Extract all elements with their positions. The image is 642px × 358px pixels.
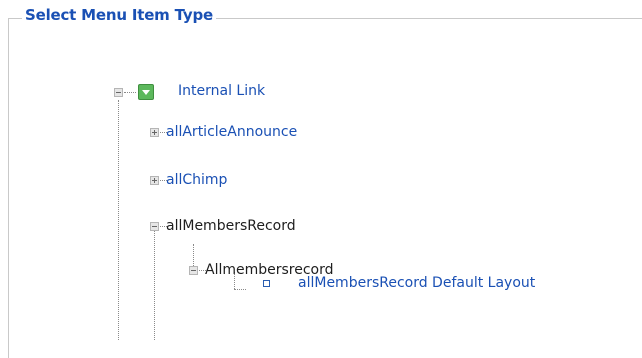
layout-item-icon	[263, 280, 270, 287]
tree-connector	[124, 92, 136, 93]
collapse-toggle-icon[interactable]	[114, 88, 123, 97]
layout-link[interactable]: allMembersRecord Default Layout	[298, 275, 535, 291]
tree-node-label[interactable]: allMembersRecord	[166, 218, 296, 234]
collapse-toggle-icon[interactable]	[189, 266, 198, 275]
menu-item-type-fieldset	[8, 18, 642, 358]
tree-guide-level1	[154, 226, 155, 340]
tree-node-label[interactable]: Internal Link	[178, 83, 265, 99]
expand-toggle-icon[interactable]	[150, 128, 159, 137]
expand-toggle-icon[interactable]	[150, 176, 159, 185]
tree-node-label[interactable]: allArticleAnnounce	[166, 124, 297, 140]
tree-node-label[interactable]: allChimp	[166, 172, 227, 188]
panel-title: Select Menu Item Type	[22, 6, 216, 24]
collapse-toggle-icon[interactable]	[150, 222, 159, 231]
expand-arrow-icon[interactable]	[138, 84, 154, 100]
tree-connector	[234, 289, 246, 290]
tree-guide-root	[118, 100, 119, 340]
